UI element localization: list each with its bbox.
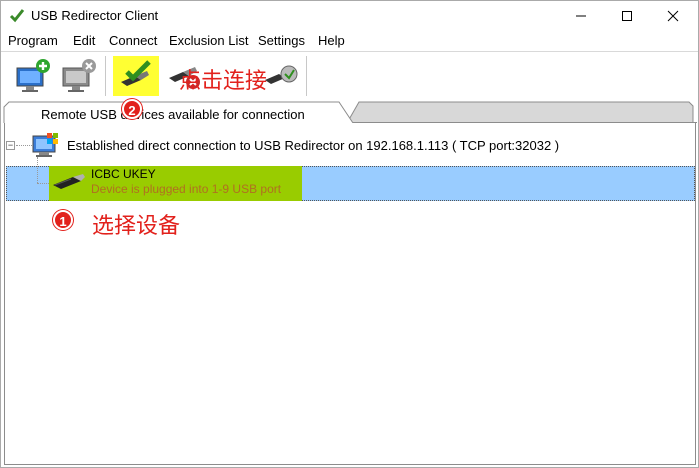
usb-key-icon bbox=[53, 174, 85, 189]
close-button[interactable] bbox=[650, 1, 696, 31]
maximize-button[interactable] bbox=[604, 1, 650, 31]
toolbar-separator bbox=[306, 56, 307, 96]
toolbar bbox=[1, 51, 698, 99]
connect-device-button[interactable] bbox=[113, 56, 159, 96]
annotation-step-2: 2 bbox=[122, 99, 142, 119]
monitor-remove-icon bbox=[62, 59, 96, 92]
app-check-icon bbox=[9, 9, 25, 23]
window-title: USB Redirector Client bbox=[31, 8, 159, 23]
minimize-icon bbox=[576, 15, 586, 17]
tree-connector bbox=[37, 157, 38, 183]
device-name: ICBC UKEY bbox=[91, 167, 156, 181]
annotation-step-1: 1 bbox=[53, 210, 73, 230]
server-connection-node[interactable]: Established direct connection to USB Red… bbox=[67, 138, 559, 153]
close-icon bbox=[667, 10, 679, 22]
annotation-select-device: 选择设备 bbox=[92, 214, 181, 239]
tab-remote-devices[interactable]: Remote USB devices available for connect… bbox=[41, 107, 305, 122]
menu-program[interactable]: Program bbox=[8, 33, 58, 48]
menu-help[interactable]: Help bbox=[318, 33, 345, 48]
device-status: Device is plugged into 1-9 USB port bbox=[91, 182, 282, 196]
remove-server-button[interactable] bbox=[57, 56, 101, 96]
toolbar-separator bbox=[105, 56, 106, 96]
menu-settings[interactable]: Settings bbox=[258, 33, 305, 48]
menu-edit[interactable]: Edit bbox=[73, 33, 95, 48]
minimize-button[interactable] bbox=[558, 1, 604, 31]
menu-bar: Program Edit Connect Exclusion List Sett… bbox=[1, 31, 698, 51]
maximize-icon bbox=[622, 11, 632, 21]
menu-exclusion-list[interactable]: Exclusion List bbox=[169, 33, 248, 48]
add-server-button[interactable] bbox=[11, 56, 55, 96]
main-window: USB Redirector Client Program Edit Conne… bbox=[0, 0, 699, 468]
menu-connect[interactable]: Connect bbox=[109, 33, 157, 48]
usb-connect-icon bbox=[121, 60, 151, 86]
collapse-toggle[interactable]: − bbox=[6, 141, 15, 150]
monitor-add-icon bbox=[16, 59, 50, 92]
server-windows-icon bbox=[32, 133, 58, 157]
title-bar: USB Redirector Client bbox=[1, 1, 698, 31]
annotation-click-connect: 点击连接 bbox=[179, 69, 268, 94]
